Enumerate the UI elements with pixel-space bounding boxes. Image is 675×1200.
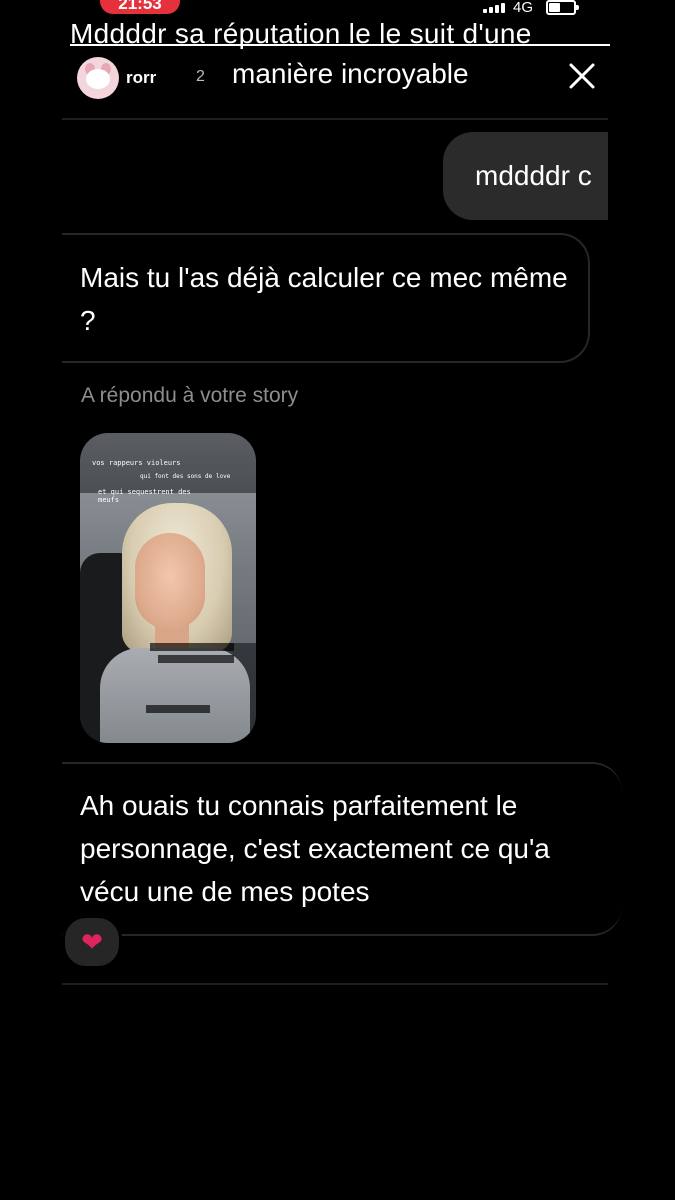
network-type: 4G (513, 0, 534, 16)
heart-reaction[interactable]: ❤ (62, 915, 122, 969)
received-message-text: Ah ouais tu connais parfaitement le pers… (80, 790, 550, 907)
overlay-caption-line2: manière incroyable (232, 58, 469, 89)
divider (62, 118, 608, 120)
avatar[interactable] (77, 57, 119, 99)
story-caption-box (158, 655, 234, 663)
battery-icon (546, 0, 579, 15)
story-caption: qui font des sons de love (140, 473, 231, 480)
close-button[interactable] (566, 60, 598, 92)
story-reply-label: A répondu à votre story (81, 384, 299, 407)
overlay-strike-line (70, 44, 610, 46)
story-caption: et qui sequestrent des meufs (98, 488, 191, 504)
story-caption-box (150, 643, 234, 651)
received-message-text: Mais tu l'as déjà calculer ce mec même ? (80, 262, 568, 336)
heart-icon: ❤ (81, 927, 103, 957)
story-caption: vos rappeurs violeurs (92, 459, 181, 467)
received-message[interactable]: Mais tu l'as déjà calculer ce mec même ? (62, 233, 590, 363)
sent-message-text: mddddr c (475, 160, 592, 191)
story-thumbnail[interactable]: vos rappeurs violeurs qui font des sons … (80, 433, 256, 743)
status-bar: 21:53 4G (0, 0, 675, 18)
status-time: 21:53 (100, 0, 180, 14)
received-message[interactable]: Ah ouais tu connais parfaitement le pers… (62, 762, 622, 936)
story-caption-box (146, 705, 210, 713)
username[interactable]: rorr (126, 68, 156, 88)
signal-icon (483, 3, 505, 13)
divider (62, 983, 608, 985)
sent-message[interactable]: mddddr c (443, 132, 608, 220)
post-time: 2 (196, 68, 205, 85)
close-icon (569, 63, 595, 89)
